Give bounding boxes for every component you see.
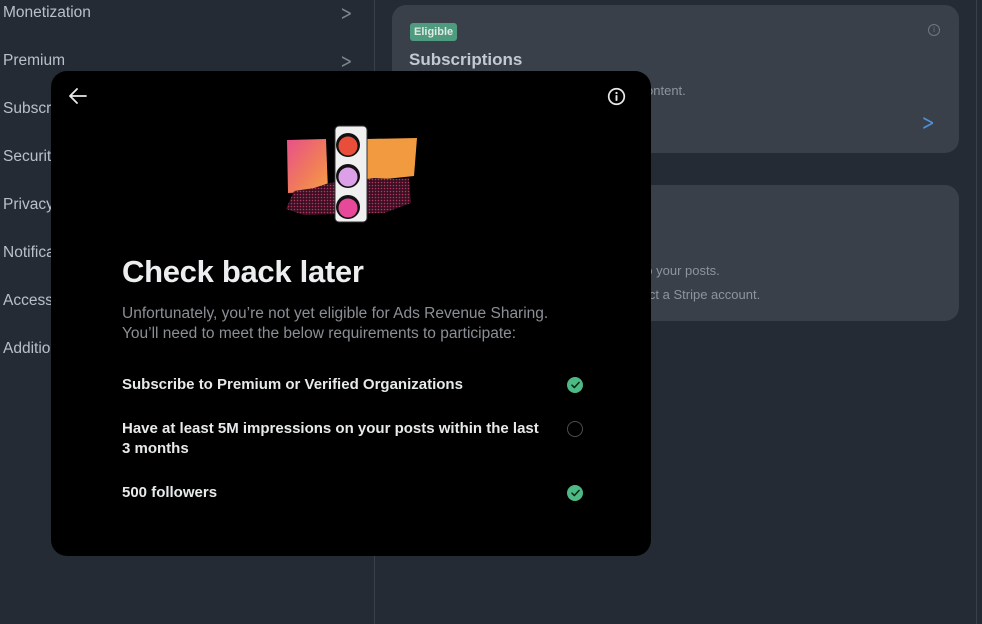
- requirement-item: Subscribe to Premium or Verified Organiz…: [122, 375, 583, 395]
- nav-item-label: Privacy: [3, 196, 54, 213]
- requirement-label: Have at least 5M impressions on your pos…: [122, 420, 539, 457]
- nav-item-label: Premium: [3, 52, 66, 69]
- eligibility-modal: Check back later Unfortunately, you’re n…: [51, 71, 651, 556]
- traffic-light-illustration: [286, 125, 417, 223]
- requirement-item: 500 followers: [122, 483, 583, 503]
- check-circle-icon: [567, 377, 583, 393]
- empty-circle-icon: [567, 421, 583, 437]
- back-button[interactable]: [67, 85, 89, 107]
- requirement-item: Have at least 5M impressions on your pos…: [122, 419, 583, 459]
- requirement-label: Subscribe to Premium or Verified Organiz…: [122, 376, 463, 393]
- paper-left: [287, 139, 328, 193]
- eligible-badge: Eligible: [410, 23, 458, 41]
- modal-title: Check back later: [122, 254, 364, 289]
- info-icon[interactable]: i: [928, 24, 940, 36]
- modal-subtitle: Unfortunately, you’re not yet eligible f…: [122, 305, 549, 342]
- chevron-right-icon: >: [340, 1, 353, 25]
- nav-item-monetization[interactable]: Monetization >: [0, 0, 375, 37]
- card-title: Subscriptions: [409, 50, 523, 69]
- requirement-label: 500 followers: [122, 484, 218, 501]
- check-circle-icon: [567, 485, 583, 501]
- info-button[interactable]: [606, 86, 626, 106]
- paper-right: [366, 138, 417, 181]
- chevron-right-icon: >: [340, 49, 353, 73]
- arrow-left-icon: [69, 88, 87, 104]
- nav-item-label: Monetization: [3, 4, 91, 21]
- chevron-right-icon[interactable]: >: [921, 111, 934, 136]
- column-divider: [976, 0, 977, 624]
- info-icon: [607, 87, 625, 105]
